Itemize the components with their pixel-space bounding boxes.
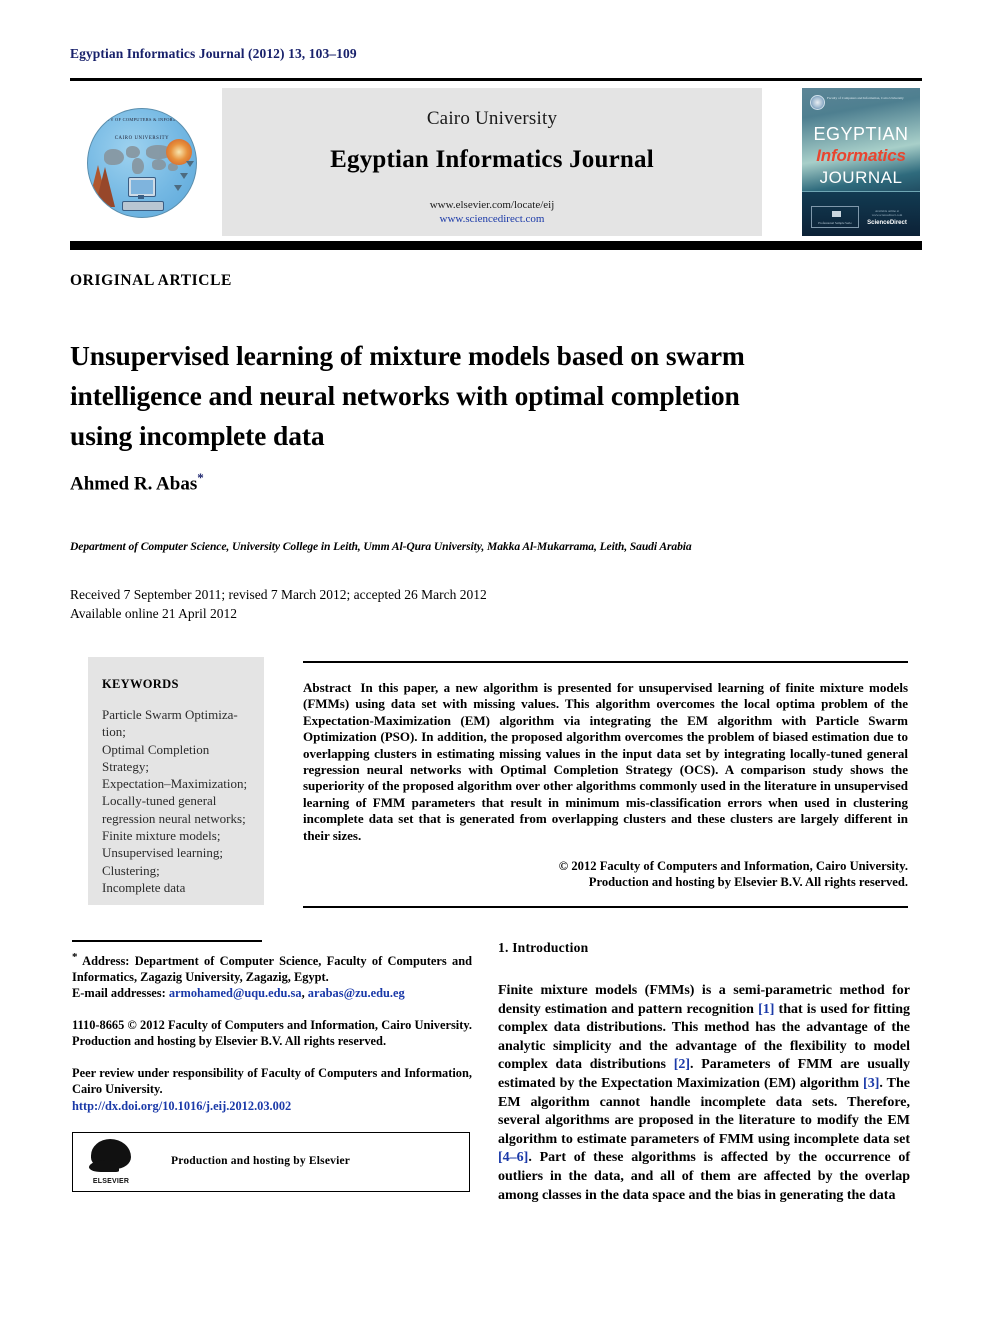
doi-link[interactable]: http://dx.doi.org/10.1016/j.eij.2012.03.… <box>72 1099 291 1113</box>
address-marker: * <box>72 951 78 964</box>
abstract-bottom-rule <box>303 906 908 909</box>
address-text: Address: Department of Computer Science,… <box>72 954 472 984</box>
copyright-line-1: © 2012 Faculty of Computers and Informat… <box>558 859 908 873</box>
cover-line-informatics: Informatics <box>816 146 906 165</box>
journal-masthead: FACULTY OF COMPUTERS & INFORMATION CAIRO… <box>70 88 922 236</box>
author-name: Ahmed R. Abas* <box>70 470 204 495</box>
issn-copyright-note: 1110-8665 © 2012 Faculty of Computers an… <box>72 1018 472 1048</box>
abstract-label: Abstract <box>303 680 352 695</box>
cover-line-journal: JOURNAL <box>819 168 903 187</box>
cover-box-caption: Professional Sample Serie <box>818 221 852 225</box>
masthead-journal-title: Egyptian Informatics Journal <box>330 146 654 173</box>
introduction-column: 1. Introduction Finite mixture models (F… <box>498 940 910 1219</box>
cover-bottom-band: Professional Sample Serie Available onli… <box>802 191 920 236</box>
masthead-center-panel: Cairo University Egyptian Informatics Jo… <box>222 88 762 236</box>
copyright-line-2: Production and hosting by Elsevier B.V. … <box>588 875 908 890</box>
citation-2[interactable]: [2] <box>674 1057 690 1072</box>
cover-seal-text: Faculty of Computers and Information, Ca… <box>827 96 904 100</box>
abstract-body: In this paper, a new algorithm is presen… <box>303 680 908 843</box>
available-online-line: Available online 21 April 2012 <box>70 606 237 621</box>
footnote-column: * Address: Department of Computer Scienc… <box>72 940 472 1193</box>
citation-3[interactable]: [3] <box>863 1076 879 1091</box>
peer-review-note: Peer review under responsibility of Facu… <box>72 1066 472 1096</box>
keyword-item: Unsupervised learning; <box>102 845 223 861</box>
keywords-list: Particle Swarm Optimiza- tion; Optimal Co… <box>88 692 264 896</box>
citation-4[interactable]: [4–6] <box>498 1150 528 1165</box>
cover-seal-icon <box>810 95 825 110</box>
author-footnote-marker[interactable]: * <box>197 470 204 485</box>
article-dates: Received 7 September 2011; revised 7 Mar… <box>70 585 670 623</box>
footnote-rule <box>72 940 262 943</box>
introduction-heading: 1. Introduction <box>498 940 589 955</box>
abstract-text: Abstract In this paper, a new algorithm i… <box>303 680 908 844</box>
corresponding-address-note: * Address: Department of Computer Scienc… <box>72 950 472 985</box>
keyword-item: Locally-tuned general regression neural … <box>102 793 246 826</box>
elsevier-production-box: ELSEVIER Production and hosting by Elsev… <box>72 1132 470 1193</box>
running-head: Egyptian Informatics Journal (2012) 13, … <box>70 46 357 61</box>
email-label: E-mail addresses: <box>72 985 166 1000</box>
intro-part-5: . Part of these algorithms is affected b… <box>498 1150 910 1203</box>
paper-page: Egyptian Informatics Journal (2012) 13, … <box>0 0 992 1323</box>
introduction-paragraph: Finite mixture models (FMMs) is a semi-p… <box>498 982 910 1205</box>
journal-cover-thumbnail: Faculty of Computers and Information, Ca… <box>802 88 920 236</box>
author-label: Ahmed R. Abas <box>70 473 198 495</box>
keyword-item: Incomplete data <box>102 879 186 895</box>
cairo-university-logo-icon: FACULTY OF COMPUTERS & INFORMATION CAIRO… <box>75 96 207 228</box>
abstract-copyright: © 2012 Faculty of Computers and Informat… <box>303 858 908 891</box>
article-type-kicker: ORIGINAL ARTICLE <box>70 272 232 289</box>
masthead-sciencedirect-url[interactable]: www.sciencedirect.com <box>222 211 762 225</box>
keyword-item: Finite mixture models; <box>102 828 221 844</box>
cover-sciencedirect-note: Available online at www.sciencedirect.co… <box>871 209 903 217</box>
elsevier-logo-wordmark: ELSEVIER <box>92 1178 130 1186</box>
email-link-1[interactable]: armohamed@uqu.edu.sa <box>169 986 302 1000</box>
elsevier-logo-icon: ELSEVIER <box>85 1139 137 1185</box>
masthead-elsevier-url[interactable]: www.elsevier.com/locate/eij <box>222 174 762 211</box>
header-rule <box>70 78 922 81</box>
received-line: Received 7 September 2011; revised 7 Mar… <box>70 587 487 602</box>
cover-box-mark-icon <box>832 211 841 217</box>
cover-sciencedirect-brand: ScienceDirect <box>867 220 907 226</box>
keyword-item: Expectation–Maximization; <box>102 776 248 792</box>
keyword-item: Optimal Completion Strategy; <box>102 741 210 774</box>
cover-line-egyptian: EGYPTIAN <box>813 124 909 144</box>
keywords-box: KEYWORDS Particle Swarm Optimiza- tion; O… <box>88 657 264 905</box>
page-title: Unsupervised learning of mixture models … <box>70 340 745 452</box>
masthead-university: Cairo University <box>426 108 558 129</box>
masthead-bottom-bar <box>70 241 922 250</box>
citation-1[interactable]: [1] <box>758 1002 774 1017</box>
computer-icon <box>122 177 164 211</box>
keywords-heading: KEYWORDS <box>102 677 179 691</box>
elsevier-production-text: Production and hosting by Elsevier <box>171 1155 351 1168</box>
keyword-item: Clustering; <box>102 862 160 878</box>
abstract-top-rule <box>303 661 908 664</box>
cover-sample-box: Professional Sample Serie <box>811 206 859 228</box>
email-note: E-mail addresses: armohamed@uqu.edu.sa, … <box>72 986 472 1002</box>
author-affiliation: Department of Computer Science, Universi… <box>70 540 692 553</box>
logo-faculty-text: FACULTY OF COMPUTERS & INFORMATION <box>92 117 192 122</box>
signal-waves-icon <box>160 161 194 207</box>
keyword-item: Particle Swarm Optimiza- tion; <box>102 707 238 740</box>
email-link-2[interactable]: arabas@zu.edu.eg <box>308 986 405 1000</box>
